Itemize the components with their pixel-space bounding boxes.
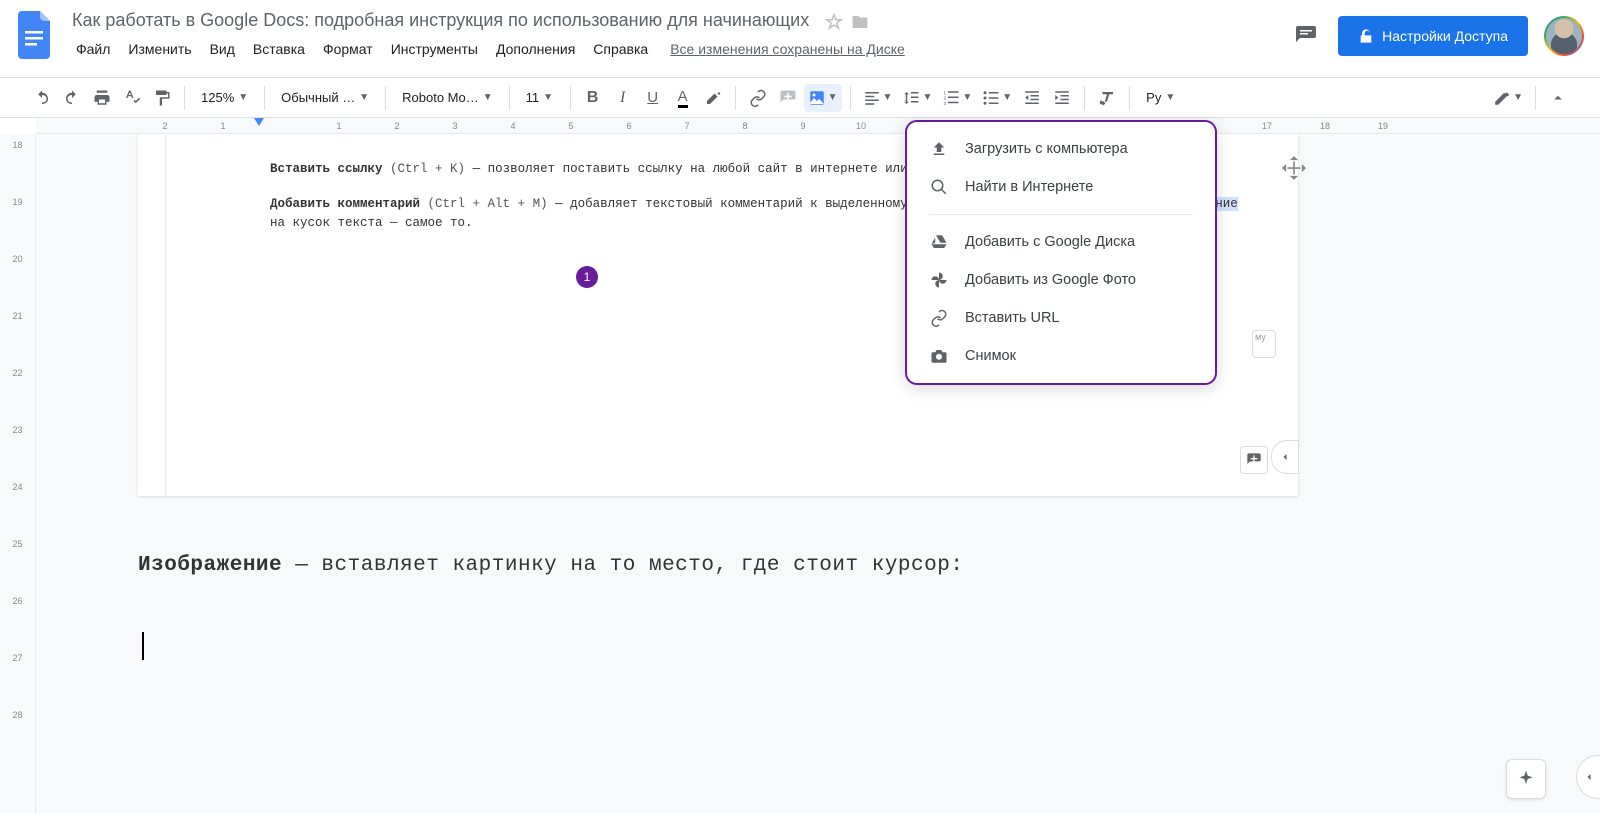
link-button[interactable] (744, 84, 772, 112)
folder-icon[interactable] (851, 13, 869, 31)
dd-camera[interactable]: Снимок (907, 337, 1215, 375)
vertical-ruler[interactable]: 1819202122232425262728 (0, 134, 36, 813)
font-select[interactable]: Roboto Mo…▼ (394, 84, 501, 112)
menu-file[interactable]: Файл (68, 37, 118, 61)
menu-help[interactable]: Справка (585, 37, 656, 61)
redo-button[interactable] (58, 84, 86, 112)
zoom-select[interactable]: 125%▼ (193, 84, 256, 112)
svg-text:2: 2 (944, 95, 947, 100)
italic-button[interactable]: I (609, 84, 637, 112)
share-label: Настройки Доступа (1382, 28, 1508, 44)
highlight-button[interactable] (699, 84, 727, 112)
text-color-button[interactable]: A (669, 84, 697, 112)
print-button[interactable] (88, 84, 116, 112)
svg-text:3: 3 (944, 100, 947, 105)
share-button[interactable]: Настройки Доступа (1338, 16, 1528, 56)
docs-logo[interactable] (16, 8, 56, 62)
header: Как работать в Google Docs: подробная ин… (0, 0, 1600, 78)
dd-upload-computer[interactable]: Загрузить с компьютера (907, 130, 1215, 168)
star-icon[interactable] (825, 13, 843, 31)
collapse-toolbar-button[interactable] (1544, 84, 1572, 112)
undo-button[interactable] (28, 84, 56, 112)
comment-preview: му (1252, 330, 1276, 358)
toolbar: 125%▼ Обычный …▼ Roboto Mo…▼ 11▼ B I U A… (0, 78, 1600, 118)
svg-text:1: 1 (944, 90, 947, 95)
comment-button[interactable] (774, 84, 802, 112)
header-right: Настройки Доступа (1290, 8, 1584, 56)
text-cursor (142, 632, 144, 660)
outdent-button[interactable] (1018, 84, 1046, 112)
comments-button[interactable] (1290, 20, 1322, 52)
editing-mode-button[interactable]: ▼ (1489, 84, 1527, 112)
linespacing-button[interactable]: ▼ (898, 84, 936, 112)
style-select[interactable]: Обычный …▼ (273, 84, 377, 112)
menu-view[interactable]: Вид (202, 37, 243, 61)
caption-text: Изображение — вставляет картинку на то м… (138, 554, 963, 577)
numbered-list-button[interactable]: 123▼ (938, 84, 976, 112)
move-handle-icon[interactable] (1274, 148, 1314, 188)
spellcheck-button[interactable] (118, 84, 146, 112)
bold-button[interactable]: B (579, 84, 607, 112)
align-button[interactable]: ▼ (859, 84, 897, 112)
save-status[interactable]: Все изменения сохранены на Диске (670, 41, 905, 57)
insert-image-dropdown: Загрузить с компьютера Найти в Интернете… (905, 120, 1217, 385)
menu-tools[interactable]: Инструменты (383, 37, 486, 61)
upload-icon (929, 139, 949, 159)
avatar[interactable] (1544, 16, 1584, 56)
bullet-list-button[interactable]: ▼ (978, 84, 1016, 112)
menu-bar: Файл Изменить Вид Вставка Формат Инструм… (68, 37, 1290, 61)
title-area: Как работать в Google Docs: подробная ин… (68, 8, 1290, 61)
dd-insert-url[interactable]: Вставить URL (907, 299, 1215, 337)
embedded-side-tab[interactable] (1271, 440, 1299, 474)
horizontal-ruler[interactable]: 2112345678910111213141516171819 (36, 118, 1600, 134)
fontsize-select[interactable]: 11▼ (518, 84, 562, 112)
explore-button[interactable] (1506, 759, 1546, 799)
menu-insert[interactable]: Вставка (245, 37, 313, 61)
indent-button[interactable] (1048, 84, 1076, 112)
side-panel-toggle[interactable] (1576, 755, 1600, 799)
drive-icon (929, 232, 949, 252)
dd-google-drive[interactable]: Добавить с Google Диска (907, 223, 1215, 261)
underline-button[interactable]: U (639, 84, 667, 112)
page-area: Вставить ссылку (Ctrl + K) — позволяет п… (36, 134, 1600, 813)
input-tools-button[interactable]: Ру▼ (1138, 84, 1183, 112)
search-icon (929, 177, 949, 197)
annotation-1-badge: 1 (576, 266, 598, 288)
link-icon (929, 308, 949, 328)
doc-title[interactable]: Как работать в Google Docs: подробная ин… (68, 8, 813, 33)
camera-icon (929, 346, 949, 366)
menu-format[interactable]: Формат (315, 37, 381, 61)
dd-search-web[interactable]: Найти в Интернете (907, 168, 1215, 206)
insert-image-button[interactable]: ▼ (804, 84, 842, 112)
clear-format-button[interactable] (1093, 84, 1121, 112)
photos-icon (929, 270, 949, 290)
paint-format-button[interactable] (148, 84, 176, 112)
dd-google-photos[interactable]: Добавить из Google Фото (907, 261, 1215, 299)
embedded-explore-button[interactable] (1240, 446, 1268, 474)
menu-edit[interactable]: Изменить (120, 37, 199, 61)
menu-addons[interactable]: Дополнения (488, 37, 583, 61)
workspace: 1819202122232425262728 Вставить ссылку (… (0, 134, 1600, 813)
